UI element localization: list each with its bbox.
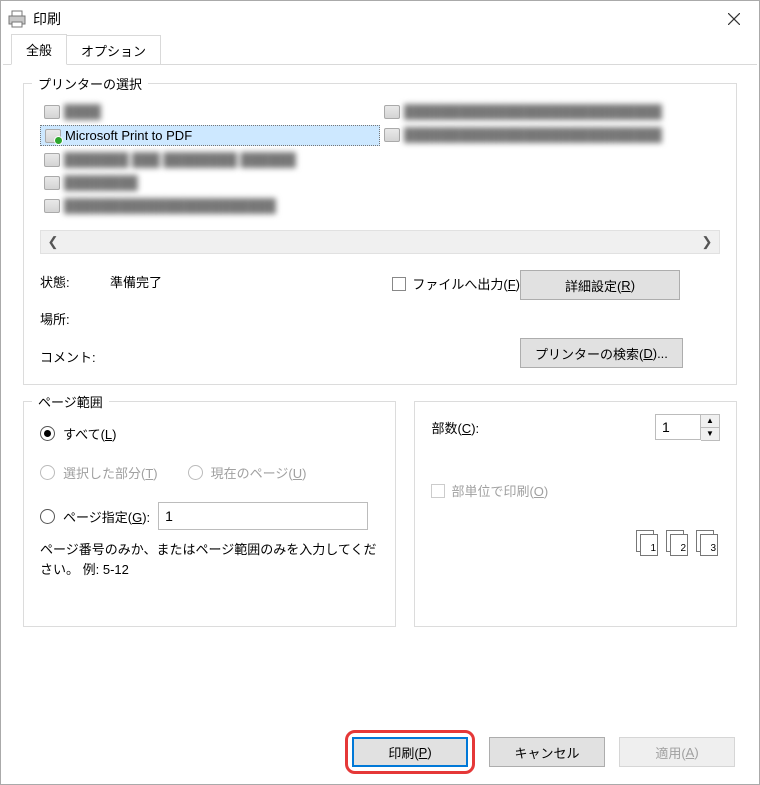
printer-item[interactable]: ████ xyxy=(40,102,380,121)
ready-badge-icon xyxy=(54,136,63,145)
location-label: 場所: xyxy=(40,309,110,328)
output-to-file-label: ファイルへ出力(F) xyxy=(412,274,520,293)
printer-item[interactable]: ████████ xyxy=(40,173,380,192)
scroll-right-icon[interactable]: ❯ xyxy=(695,234,719,250)
close-button[interactable] xyxy=(709,1,759,37)
radio-icon xyxy=(40,509,55,524)
find-printer-button[interactable]: プリンターの検索(D)... xyxy=(520,338,683,368)
details-button[interactable]: 詳細設定(R) xyxy=(520,270,680,300)
printer-icon xyxy=(7,9,27,29)
printer-item[interactable]: ███████ ███ ████████ ██████ xyxy=(40,150,380,169)
copies-label: 部数(C): xyxy=(431,418,479,437)
radio-pages-label: ページ指定(G): xyxy=(63,507,150,526)
radio-selection-label: 選択した部分(T) xyxy=(63,463,158,482)
copies-group: _ 部数(C): ▲ ▼ 部単位で印刷(O) xyxy=(414,401,737,627)
spin-up-icon[interactable]: ▲ xyxy=(701,415,719,428)
radio-current-label: 現在のページ(U) xyxy=(211,463,307,482)
radio-selection: 選択した部分(T) xyxy=(40,463,158,482)
tabs: 全般 オプション xyxy=(1,37,759,65)
checkbox-icon xyxy=(431,484,445,498)
page-stack-icon: 33 xyxy=(696,530,720,556)
comment-label: コメント: xyxy=(40,347,110,366)
printer-item[interactable]: ████████████████████████████ xyxy=(380,102,720,121)
checkbox-icon xyxy=(392,277,406,291)
tab-options[interactable]: オプション xyxy=(66,35,161,65)
status-label: 状態: xyxy=(40,272,110,291)
radio-pages[interactable]: ページ指定(G): xyxy=(40,502,379,530)
cancel-button[interactable]: キャンセル xyxy=(489,737,605,767)
spin-down-icon[interactable]: ▼ xyxy=(701,428,719,441)
output-to-file-checkbox[interactable]: ファイルへ出力(F) xyxy=(392,274,520,293)
printer-item-selected[interactable]: Microsoft Print to PDF xyxy=(40,125,380,146)
collate-illustration: 11 22 33 xyxy=(431,530,720,556)
copies-input[interactable] xyxy=(655,414,701,440)
radio-icon xyxy=(40,426,55,441)
scroll-left-icon[interactable]: ❮ xyxy=(41,234,65,250)
page-stack-icon: 11 xyxy=(636,530,660,556)
status-value: 準備完了 xyxy=(110,275,162,290)
tab-general[interactable]: 全般 xyxy=(11,34,67,65)
printer-selection-legend: プリンターの選択 xyxy=(32,74,148,93)
printer-icon xyxy=(45,129,61,143)
print-button[interactable]: 印刷(P) xyxy=(352,737,468,767)
dialog-footer: 印刷(P) キャンセル 適用(A) xyxy=(1,720,759,784)
collate-checkbox: 部単位で印刷(O) xyxy=(431,481,720,500)
collate-label: 部単位で印刷(O) xyxy=(451,481,548,500)
copies-spinner[interactable]: ▲ ▼ xyxy=(655,414,720,441)
radio-icon xyxy=(40,465,55,480)
close-icon xyxy=(728,13,740,25)
pages-hint: ページ番号のみか、またはページ範囲のみを入力してください。 例: 5-12 xyxy=(40,540,379,579)
printer-name: Microsoft Print to PDF xyxy=(65,128,192,143)
printer-item[interactable]: ███████████████████████ xyxy=(40,196,380,215)
printer-list[interactable]: ████ Microsoft Print to PDF ███████ ███ … xyxy=(40,96,380,226)
printer-list-scrollbar[interactable]: ❮ ❯ xyxy=(40,230,720,254)
radio-current-page: 現在のページ(U) xyxy=(188,463,307,482)
printer-selection-group: プリンターの選択 ████ Microsoft Print to PDF ███… xyxy=(23,83,737,385)
apply-button: 適用(A) xyxy=(619,737,735,767)
radio-all-label: すべて(L) xyxy=(63,424,116,443)
print-button-highlight: 印刷(P) xyxy=(345,730,475,774)
page-range-group: ページ範囲 すべて(L) 選択した部分(T) 現在のページ(U) xyxy=(23,401,396,627)
pages-input[interactable] xyxy=(158,502,368,530)
printer-item[interactable]: ████████████████████████████ xyxy=(380,125,720,144)
radio-icon xyxy=(188,465,203,480)
page-stack-icon: 22 xyxy=(666,530,690,556)
radio-all[interactable]: すべて(L) xyxy=(40,424,379,443)
window-title: 印刷 xyxy=(33,9,61,29)
page-range-legend: ページ範囲 xyxy=(32,392,109,411)
titlebar: 印刷 xyxy=(1,1,759,37)
